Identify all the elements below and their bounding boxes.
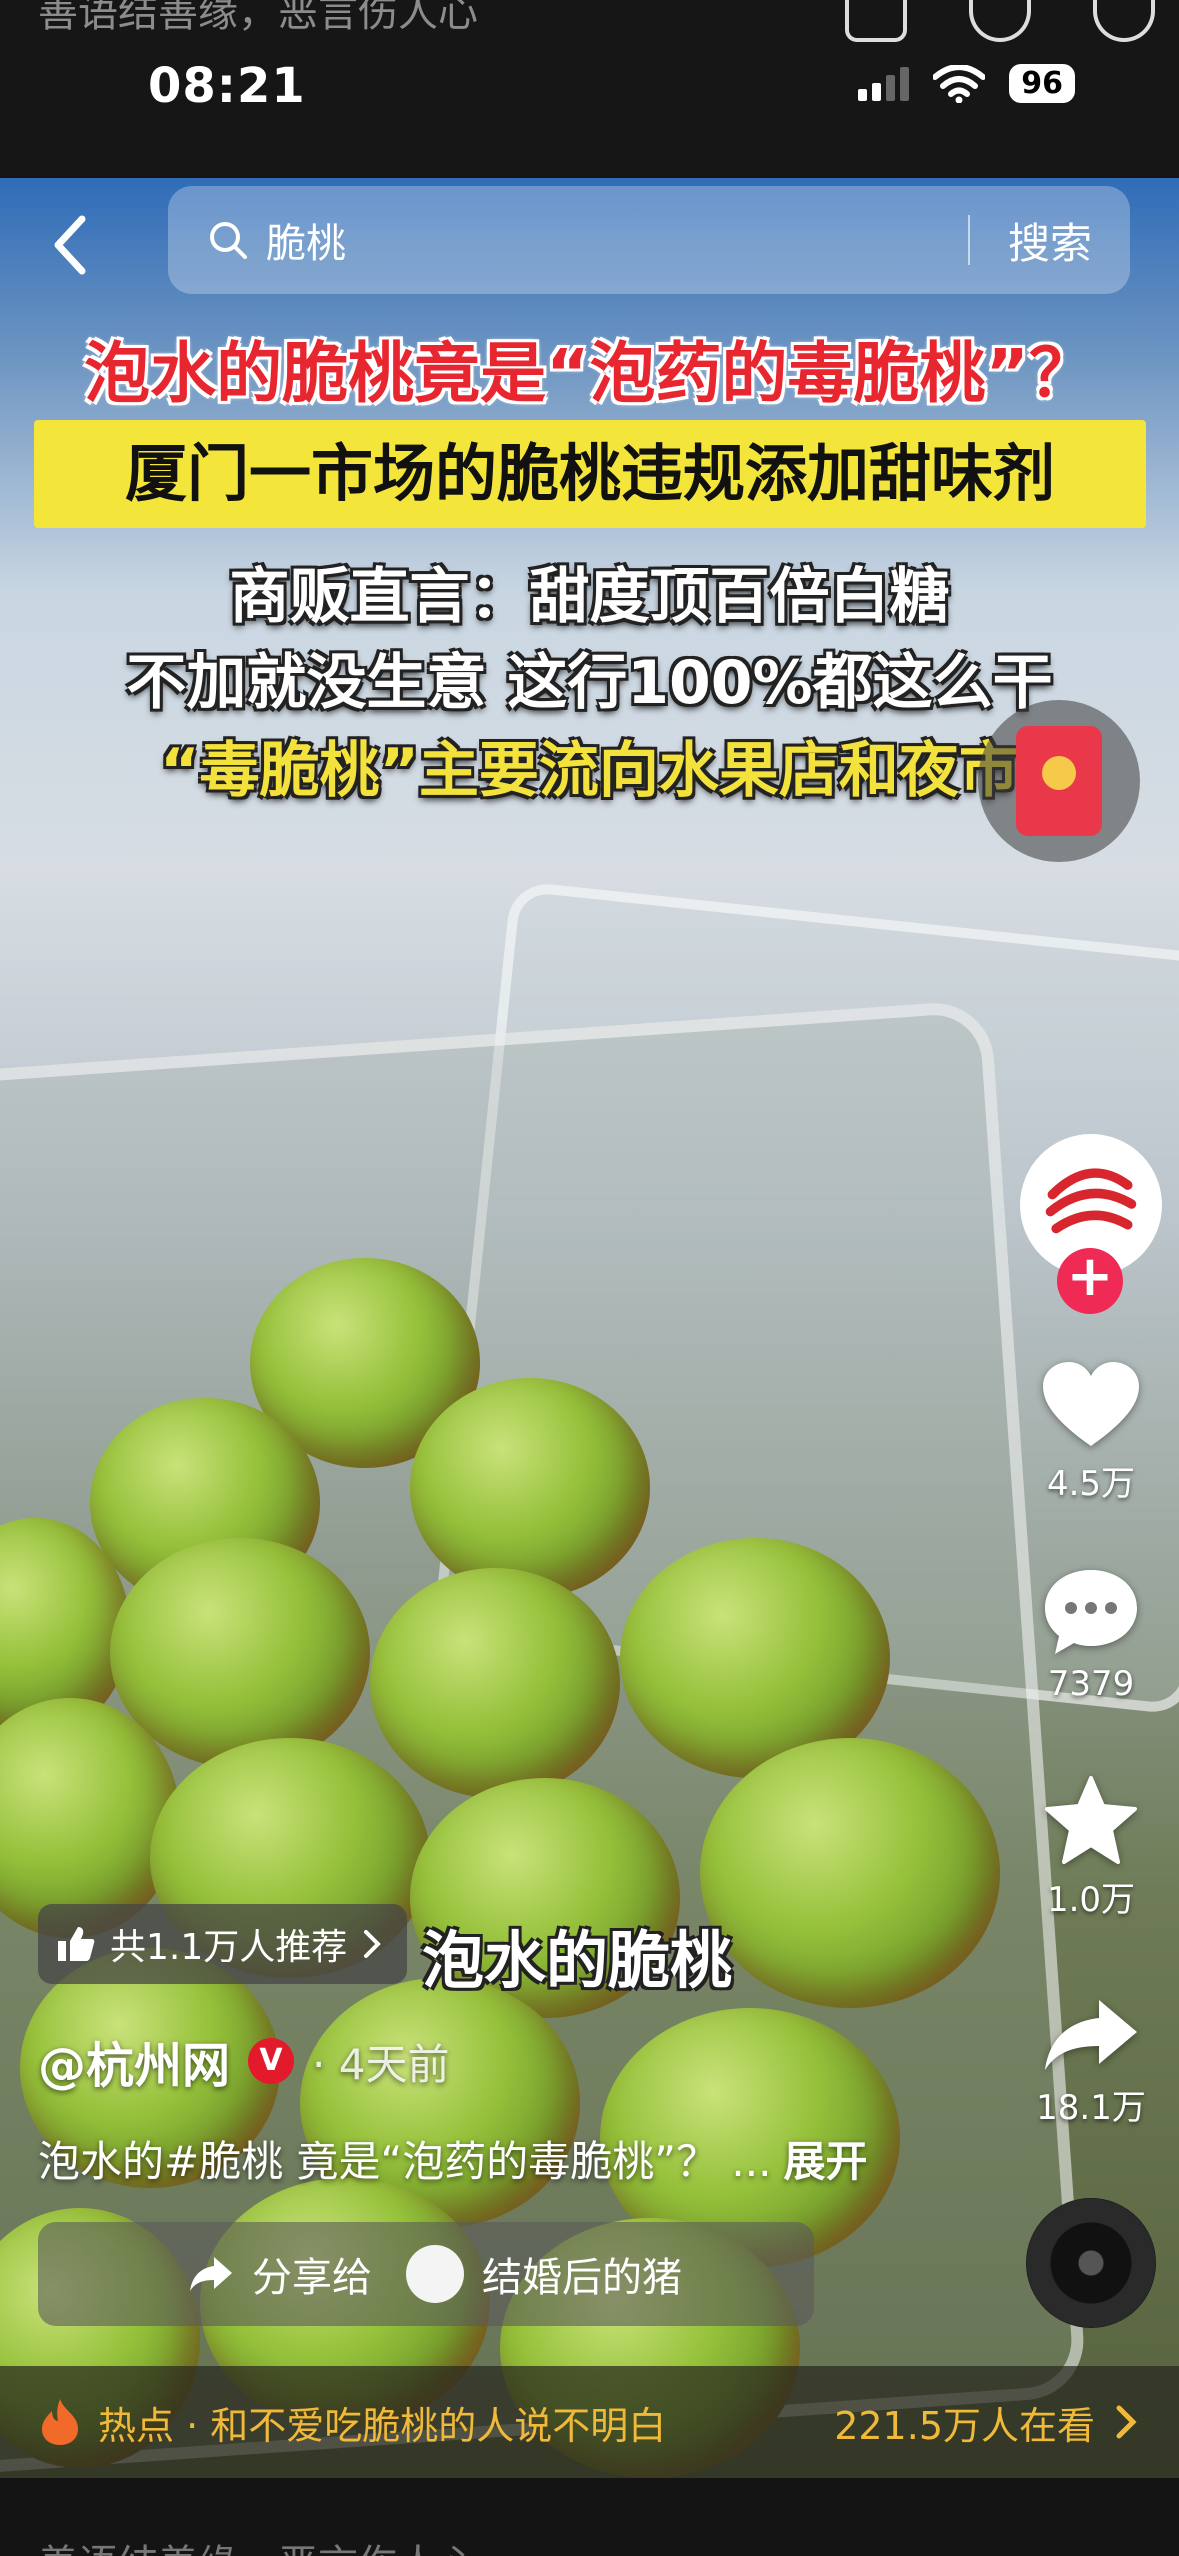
thumbs-up-icon	[58, 1927, 95, 1961]
post-time: · 4天前	[312, 2039, 450, 2089]
share-label: 分享给	[252, 2255, 372, 2301]
previous-frame-strip: 善语结善缘，恶言伤人心 08:21 96	[0, 0, 1179, 178]
mention-icon[interactable]	[969, 0, 1031, 42]
top-caption: 善语结善缘，恶言伤人心	[38, 0, 478, 36]
share-count: 18.1万	[1036, 2088, 1146, 2128]
recommend-label: 共1.1万人推荐	[110, 1927, 348, 1968]
recommend-pill[interactable]: 共1.1万人推荐	[38, 1904, 408, 1984]
peach-fruit	[410, 1378, 650, 1598]
favorite-count: 1.0万	[1046, 1880, 1136, 1920]
friend-avatar	[406, 2245, 464, 2303]
favorite-button[interactable]: 1.0万	[1030, 1774, 1152, 1921]
hot-topic-text: 热点 · 和不爱吃脆桃的人说不明白	[98, 2403, 667, 2448]
verified-badge-icon: V	[248, 2038, 295, 2084]
search-icon	[210, 222, 247, 259]
bottom-caption: 善语结善缘，恶言伤人心	[38, 2532, 478, 2556]
chevron-right-icon	[1116, 2405, 1137, 2439]
hot-viewer-count: 221.5万人在看	[834, 2403, 1095, 2448]
author-row: @杭州网 V · 4天前	[38, 2026, 449, 2096]
comment-button[interactable]: 7379	[1030, 1566, 1152, 1704]
share-arrow-icon	[190, 2257, 232, 2291]
video-text-line-2: 不加就没生意 这行100%都这么干	[126, 648, 1053, 718]
peach-fruit	[370, 1568, 620, 1798]
fire-icon	[42, 2399, 78, 2445]
heart-icon	[1043, 1362, 1139, 1446]
search-bar[interactable]: 脆桃 搜索	[168, 186, 1130, 294]
share-arrow-icon	[1045, 2000, 1137, 2070]
like-count: 4.5万	[1046, 1464, 1136, 1504]
search-input[interactable]: 脆桃	[266, 211, 968, 269]
battery-indicator: 96	[1009, 64, 1075, 103]
wifi-icon	[933, 64, 986, 103]
comment-count: 7379	[1047, 1664, 1135, 1704]
share-button[interactable]: 18.1万	[1030, 1994, 1152, 2129]
emoji-icon[interactable]	[1093, 0, 1155, 42]
comment-icon	[1045, 1570, 1137, 1654]
video-subtitle: 泡水的脆桃	[422, 1924, 733, 1997]
expand-button[interactable]: 展开	[783, 2137, 867, 2186]
follow-button[interactable]: +	[1057, 1248, 1123, 1314]
status-time: 08:21	[148, 58, 306, 114]
description-text: 泡水的#脆桃 竟是“泡药的毒脆桃”？ ...	[38, 2137, 772, 2186]
top-icon-row	[845, 0, 1155, 42]
video-headline: 泡水的脆桃竟是“泡药的毒脆桃”？	[84, 335, 1095, 412]
share-to-friend-bar[interactable]: 分享给 结婚后的猪	[38, 2222, 814, 2326]
like-button[interactable]: 4.5万	[1030, 1360, 1152, 1505]
video-description: 泡水的#脆桃 竟是“泡药的毒脆桃”？ ... 展开	[38, 2128, 867, 2189]
star-icon	[1045, 1776, 1137, 1864]
music-disc-icon[interactable]	[1026, 2198, 1156, 2328]
author-name[interactable]: @杭州网	[38, 2026, 230, 2096]
back-icon[interactable]	[42, 205, 102, 285]
red-packet-icon[interactable]	[978, 700, 1140, 862]
cellular-signal-icon	[858, 66, 910, 101]
peach-fruit	[700, 1738, 1000, 2008]
search-button[interactable]: 搜索	[970, 210, 1130, 271]
image-icon[interactable]	[845, 0, 907, 42]
video-banner: 厦门一市场的脆桃违规添加甜味剂	[34, 420, 1146, 528]
video-text-line-1: 商贩直言：甜度顶百倍白糖	[229, 562, 950, 632]
chevron-right-icon	[364, 1930, 382, 1958]
hot-topic-bar[interactable]: 热点 · 和不爱吃脆桃的人说不明白 221.5万人在看	[0, 2366, 1179, 2478]
status-indicators: 96	[858, 64, 1075, 103]
friend-name: 结婚后的猪	[482, 2255, 682, 2301]
